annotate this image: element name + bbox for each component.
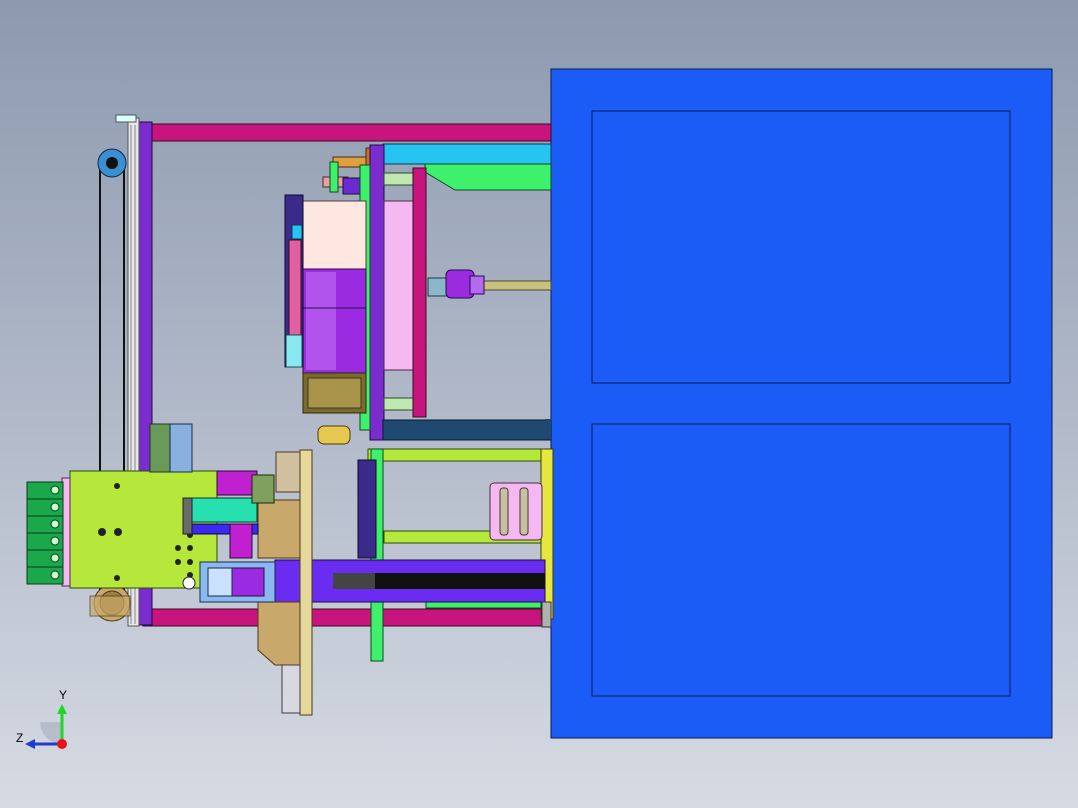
axis-z-label: Z — [16, 731, 24, 745]
view-orientation-triad-icon[interactable] — [25, 704, 67, 749]
lower-lime-frame[interactable] — [357, 448, 554, 662]
gear-motor[interactable] — [427, 269, 485, 299]
pink-slot-plate[interactable] — [489, 482, 543, 541]
lower-teal-bar[interactable] — [382, 419, 552, 441]
lower-purple-rail[interactable] — [274, 559, 546, 603]
pink-mold-plate[interactable] — [383, 167, 427, 418]
axis-y-label: Y — [59, 688, 68, 702]
frame-bottom-rail[interactable] — [142, 608, 552, 627]
servo-clamp-bracket[interactable] — [284, 194, 304, 368]
cad-3d-viewport[interactable]: Y Z — [0, 0, 1078, 808]
lower-pneumatic-cylinder[interactable] — [199, 561, 276, 603]
servo-motor-body[interactable] — [302, 200, 367, 445]
cad-model-assembly[interactable] — [0, 0, 1078, 808]
blue-base-plate[interactable] — [550, 68, 1053, 739]
frame-top-rail[interactable] — [142, 123, 552, 142]
green-connector-stack[interactable] — [26, 477, 71, 587]
